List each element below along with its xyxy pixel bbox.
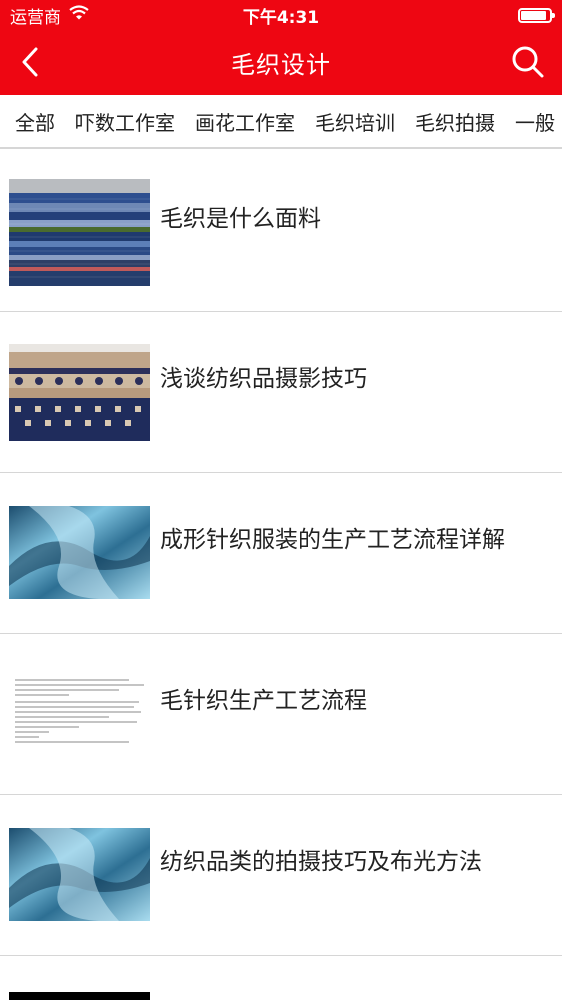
- document-thumbnail: [9, 674, 150, 752]
- back-button[interactable]: [12, 44, 48, 80]
- status-left: 运营商: [10, 3, 89, 28]
- list-item[interactable]: 浅谈纺织品摄影技巧: [0, 312, 562, 473]
- dark-thumbnail: [9, 992, 150, 1000]
- article-list: 毛织是什么面料 浅谈纺织品摄影技巧 成形针织服装的生产工艺流程详解 毛针织生产工…: [0, 151, 562, 1000]
- category-tabs: 全部 吓数工作室 画花工作室 毛织培训 毛织拍摄 一般: [0, 95, 562, 149]
- tab-knit-photography[interactable]: 毛织拍摄: [415, 107, 495, 136]
- battery-icon: [518, 7, 555, 23]
- tab-general[interactable]: 一般: [515, 107, 555, 136]
- sweater-thumbnail: [9, 344, 150, 441]
- list-item[interactable]: 纺织品类的拍摄技巧及布光方法: [0, 795, 562, 956]
- blue-satin-thumbnail: [9, 828, 150, 921]
- list-item[interactable]: 毛针织生产工艺流程: [0, 634, 562, 795]
- search-button[interactable]: [508, 42, 548, 82]
- nav-bar: 毛织设计: [0, 30, 562, 95]
- article-title: 成形针织服装的生产工艺流程详解: [160, 527, 505, 553]
- tab-knit-training[interactable]: 毛织培训: [315, 107, 395, 136]
- wifi-icon: [69, 5, 89, 25]
- tab-drawing-studio[interactable]: 画花工作室: [195, 107, 295, 136]
- knit-stripes-thumbnail: [9, 179, 150, 286]
- blue-satin-thumbnail: [9, 506, 150, 599]
- chevron-left-icon: [22, 47, 38, 77]
- list-item[interactable]: 毛织是什么面料: [0, 151, 562, 312]
- search-icon: [512, 46, 544, 78]
- tab-all[interactable]: 全部: [15, 107, 55, 136]
- page-title: 毛织设计: [231, 51, 331, 79]
- battery-fill: [521, 10, 547, 20]
- list-item[interactable]: [0, 956, 562, 1000]
- carrier-label: 运营商: [10, 7, 61, 28]
- article-title: 浅谈纺织品摄影技巧: [160, 366, 367, 392]
- article-title: 毛针织生产工艺流程: [160, 688, 367, 714]
- list-item[interactable]: 成形针织服装的生产工艺流程详解: [0, 473, 562, 634]
- tab-pattern-studio[interactable]: 吓数工作室: [75, 107, 175, 136]
- article-title: 纺织品类的拍摄技巧及布光方法: [160, 849, 482, 875]
- article-title: 毛织是什么面料: [160, 206, 321, 232]
- status-bar: 运营商 下午4:31: [0, 0, 562, 30]
